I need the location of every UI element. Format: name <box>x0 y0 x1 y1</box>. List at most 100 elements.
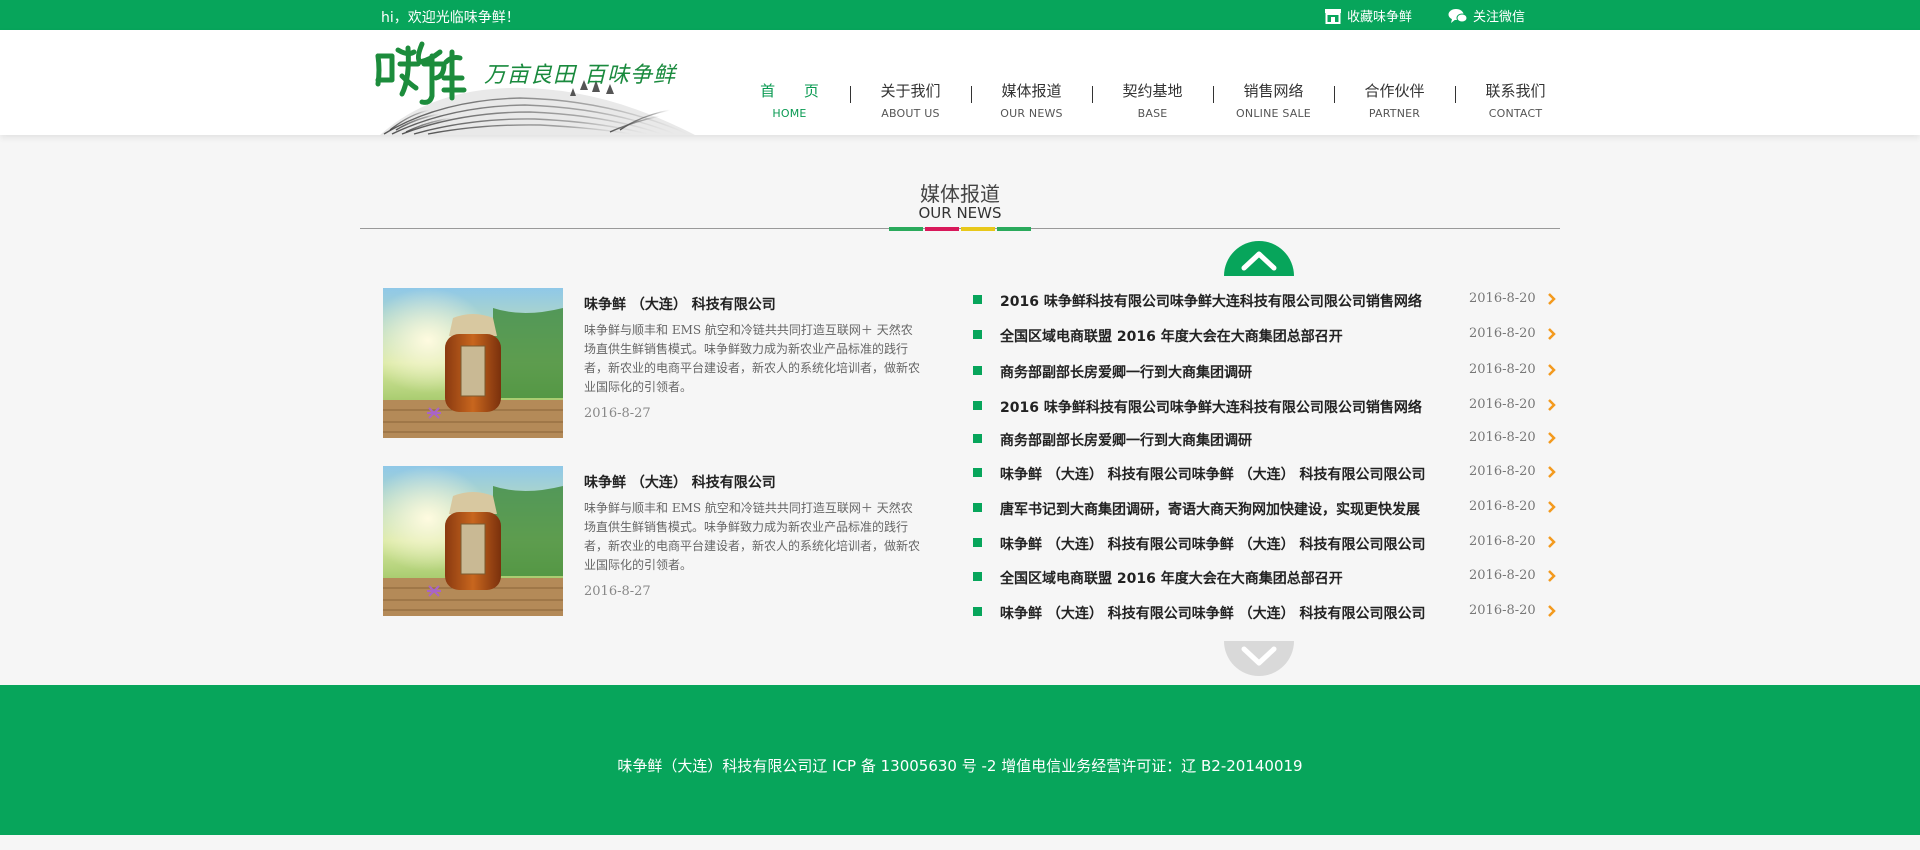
bullet-square <box>973 401 982 410</box>
news-list-date: 2016-8-20 <box>1469 326 1536 341</box>
news-list-title[interactable]: 全国区域电商联盟 2016 年度大会在大商集团总部召开 <box>1000 568 1343 588</box>
news-list-item[interactable]: 商务部副部长房爱卿一行到大商集团调研 2016-8-20 <box>973 362 1563 382</box>
nav-online-sale[interactable]: 销售网络 ONLINE SALE <box>1213 82 1334 120</box>
news-list-item[interactable]: 味争鲜 （大连） 科技有限公司味争鲜 （大连） 科技有限公司限公司 2016-8… <box>973 603 1563 623</box>
news-list-date: 2016-8-20 <box>1469 291 1536 306</box>
nav-base[interactable]: 契约基地 BASE <box>1092 82 1213 120</box>
news-list-date: 2016-8-20 <box>1469 603 1536 618</box>
nav-news-en: OUR NEWS <box>1000 107 1063 120</box>
chevron-right-icon[interactable] <box>1547 604 1556 618</box>
footer-copyright: 味争鲜（大连）科技有限公司辽 ICP 备 13005630 号 -2 增值电信业… <box>617 757 1303 775</box>
news-list-title[interactable]: 2016 味争鲜科技有限公司味争鲜大连科技有限公司限公司销售网络 <box>1000 291 1422 311</box>
nav-partner-label: 合作伙伴 <box>1364 82 1425 100</box>
news-list-title[interactable]: 味争鲜 （大连） 科技有限公司味争鲜 （大连） 科技有限公司限公司 <box>1000 464 1426 484</box>
nav-partner[interactable]: 合作伙伴 PARTNER <box>1334 82 1455 120</box>
nav-home-label: 首 页 <box>760 82 831 100</box>
chevron-right-icon[interactable] <box>1547 292 1556 306</box>
nav-contact-en: CONTACT <box>1488 107 1543 120</box>
news-list-date: 2016-8-20 <box>1469 568 1536 583</box>
news-list-item[interactable]: 全国区域电商联盟 2016 年度大会在大商集团总部召开 2016-8-20 <box>973 568 1563 588</box>
chevron-right-icon[interactable] <box>1547 398 1556 412</box>
news-list-item[interactable]: 味争鲜 （大连） 科技有限公司味争鲜 （大连） 科技有限公司限公司 2016-8… <box>973 534 1563 554</box>
news-list-item[interactable]: 2016 味争鲜科技有限公司味争鲜大连科技有限公司限公司销售网络 2016-8-… <box>973 291 1563 311</box>
chevron-down-icon[interactable] <box>1224 641 1294 677</box>
nav-base-en: BASE <box>1137 107 1168 120</box>
logo-slogan: 万亩良田 百味争鲜 <box>484 63 676 88</box>
nav-news[interactable]: 媒体报道 OUR NEWS <box>971 82 1092 120</box>
news-list-item[interactable]: 商务部副部长房爱卿一行到大商集团调研 2016-8-20 <box>973 430 1563 450</box>
news-card-title[interactable]: 味争鲜 （大连） 科技有限公司 <box>584 472 776 492</box>
news-card-desc: 味争鲜与顺丰和 EMS 航空和冷链共共同打造互联网＋ 天然农场直供生鲜销售模式。… <box>584 501 921 572</box>
news-card[interactable]: 味争鲜 （大连） 科技有限公司 味争鲜与顺丰和 EMS 航空和冷链共共同打造互联… <box>383 466 923 616</box>
bookmark-label: 收藏味争鲜 <box>1347 10 1413 25</box>
bullet-square <box>973 607 982 616</box>
bullet-square <box>973 572 982 581</box>
chevron-right-icon[interactable] <box>1547 327 1556 341</box>
color-bar <box>997 227 1031 231</box>
wechat-label: 关注微信 <box>1473 10 1526 25</box>
news-list-date: 2016-8-20 <box>1469 362 1536 377</box>
news-card-image <box>383 466 563 616</box>
nav-contact-label: 联系我们 <box>1485 82 1546 100</box>
news-card-image <box>383 288 563 438</box>
welcome-text: hi，欢迎光临味争鲜！ <box>381 10 520 26</box>
nav-news-label: 媒体报道 <box>1001 82 1062 100</box>
bullet-square <box>973 538 982 547</box>
bullet-square <box>973 366 982 375</box>
nav-home[interactable]: 首 页 HOME <box>729 82 850 120</box>
news-list-date: 2016-8-20 <box>1469 499 1536 514</box>
chevron-right-icon[interactable] <box>1547 535 1556 549</box>
news-list-item[interactable]: 2016 味争鲜科技有限公司味争鲜大连科技有限公司限公司销售网络 2016-8-… <box>973 397 1563 417</box>
news-card-date: 2016-8-27 <box>584 584 651 599</box>
news-list-title[interactable]: 商务部副部长房爱卿一行到大商集团调研 <box>1000 430 1252 450</box>
nav-contact[interactable]: 联系我们 CONTACT <box>1455 82 1576 120</box>
nav-online-sale-label: 销售网络 <box>1243 82 1304 100</box>
site-header: 万亩良田 百味争鲜 首 页 HOME 关于我们 ABOUT US 媒体报道 OU… <box>0 30 1920 135</box>
news-list-date: 2016-8-20 <box>1469 397 1536 412</box>
wechat-link[interactable]: 关注微信 <box>1448 6 1525 25</box>
news-list-item[interactable]: 味争鲜 （大连） 科技有限公司味争鲜 （大连） 科技有限公司限公司 2016-8… <box>973 464 1563 484</box>
news-card-date: 2016-8-27 <box>584 406 651 421</box>
top-bar: hi，欢迎光临味争鲜！ 收藏味争鲜 关注微信 <box>0 0 1920 30</box>
news-list-item[interactable]: 唐军书记到大商集团调研，寄语大商天狗网加快建设，实现更快发展 2016-8-20 <box>973 499 1563 519</box>
news-card[interactable]: 味争鲜 （大连） 科技有限公司 味争鲜与顺丰和 EMS 航空和冷链共共同打造互联… <box>383 288 923 438</box>
nav-about[interactable]: 关于我们 ABOUT US <box>850 82 971 120</box>
news-card-title[interactable]: 味争鲜 （大连） 科技有限公司 <box>584 294 776 314</box>
bullet-square <box>973 434 982 443</box>
chevron-right-icon[interactable] <box>1547 500 1556 514</box>
chevron-right-icon[interactable] <box>1547 465 1556 479</box>
site-footer: 味争鲜（大连）科技有限公司辽 ICP 备 13005630 号 -2 增值电信业… <box>0 685 1920 835</box>
nav-partner-en: PARTNER <box>1368 107 1421 120</box>
color-bar <box>889 227 923 231</box>
color-bar <box>925 227 959 231</box>
news-list-date: 2016-8-20 <box>1469 430 1536 445</box>
news-list-title[interactable]: 2016 味争鲜科技有限公司味争鲜大连科技有限公司限公司销售网络 <box>1000 397 1422 417</box>
nav-about-label: 关于我们 <box>880 82 941 100</box>
nav-online-sale-en: ONLINE SALE <box>1236 107 1311 120</box>
nav-about-en: ABOUT US <box>881 107 940 120</box>
news-list-title[interactable]: 全国区域电商联盟 2016 年度大会在大商集团总部召开 <box>1000 326 1343 346</box>
bullet-square <box>973 330 982 339</box>
news-card-desc: 味争鲜与顺丰和 EMS 航空和冷链共共同打造互联网＋ 天然农场直供生鲜销售模式。… <box>584 323 921 394</box>
bookmark-link[interactable]: 收藏味争鲜 <box>1324 6 1412 25</box>
chevron-right-icon[interactable] <box>1547 363 1556 377</box>
bullet-square <box>973 295 982 304</box>
section-title-zh: 媒体报道 <box>920 182 1000 206</box>
news-list-title[interactable]: 味争鲜 （大连） 科技有限公司味争鲜 （大连） 科技有限公司限公司 <box>1000 603 1426 623</box>
main-nav: 首 页 HOME 关于我们 ABOUT US 媒体报道 OUR NEWS 契约基… <box>729 82 1576 120</box>
news-list-title[interactable]: 味争鲜 （大连） 科技有限公司味争鲜 （大连） 科技有限公司限公司 <box>1000 534 1426 554</box>
news-list-title[interactable]: 唐军书记到大商集团调研，寄语大商天狗网加快建设，实现更快发展 <box>1000 499 1420 519</box>
nav-base-label: 契约基地 <box>1122 82 1183 100</box>
wechat-icon <box>1448 8 1468 23</box>
shop-icon <box>1325 8 1341 24</box>
news-list-item[interactable]: 全国区域电商联盟 2016 年度大会在大商集团总部召开 2016-8-20 <box>973 326 1563 346</box>
news-list-title[interactable]: 商务部副部长房爱卿一行到大商集团调研 <box>1000 362 1252 382</box>
chevron-right-icon[interactable] <box>1547 569 1556 583</box>
chevron-right-icon[interactable] <box>1547 431 1556 445</box>
chevron-up-icon[interactable] <box>1224 240 1294 276</box>
section-color-bars <box>889 227 1031 231</box>
color-bar <box>961 227 995 231</box>
nav-home-en: HOME <box>772 107 807 120</box>
bullet-square <box>973 468 982 477</box>
news-list-date: 2016-8-20 <box>1469 464 1536 479</box>
